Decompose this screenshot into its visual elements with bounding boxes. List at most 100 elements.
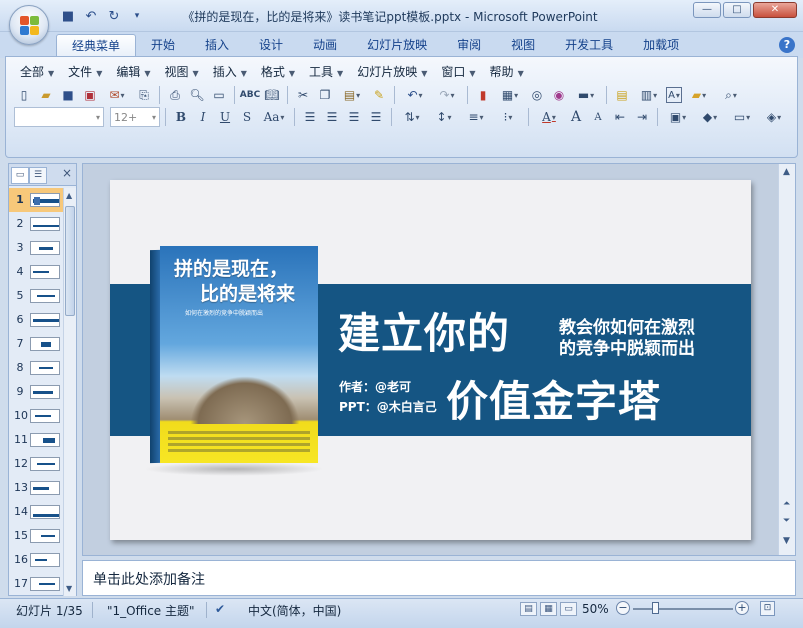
office-button[interactable] xyxy=(9,5,49,45)
scroll-down-icon[interactable]: ▼ xyxy=(66,584,72,593)
tab-review[interactable]: 审阅 xyxy=(442,34,496,58)
menu-window[interactable]: 窗口 ▼ xyxy=(435,63,481,81)
change-case-button[interactable]: Aa xyxy=(259,107,289,127)
insert-chart-icon[interactable]: ▮ xyxy=(473,85,493,105)
next-slide-icon[interactable]: ⏷ xyxy=(783,516,790,526)
print-icon[interactable]: ⎙ xyxy=(165,85,185,105)
publish-icon[interactable]: ⎘ xyxy=(134,85,154,105)
scroll-up-icon[interactable]: ▲ xyxy=(783,167,790,177)
slide-thumbnail[interactable]: 9 xyxy=(9,380,63,404)
maximize-button[interactable]: □ xyxy=(723,2,751,18)
close-button[interactable]: ✕ xyxy=(753,2,797,18)
tab-slides[interactable]: ▭ xyxy=(11,167,29,184)
scroll-thumb[interactable] xyxy=(65,206,75,316)
undo-icon[interactable]: ↶ xyxy=(81,7,101,25)
tab-slideshow[interactable]: 幻灯片放映 xyxy=(352,34,442,58)
shrink-font-button[interactable]: A xyxy=(588,107,608,127)
menu-edit[interactable]: 编辑 ▼ xyxy=(110,63,156,81)
scroll-down-icon[interactable]: ▼ xyxy=(783,536,790,546)
tab-design[interactable]: 设计 xyxy=(244,34,298,58)
spelling-icon[interactable]: ABC xyxy=(240,85,260,105)
menu-insert[interactable]: 插入 ▼ xyxy=(207,63,253,81)
previous-slide-icon[interactable]: ⏶ xyxy=(783,499,790,509)
slide-thumbnail[interactable]: 12 xyxy=(9,452,63,476)
slide-thumbnail[interactable]: 5 xyxy=(9,284,63,308)
minimize-button[interactable]: — xyxy=(693,2,721,18)
slide-thumbnail[interactable]: 15 xyxy=(9,524,63,548)
decrease-indent-icon[interactable]: ⇤ xyxy=(610,107,630,127)
tab-home[interactable]: 开始 xyxy=(136,34,190,58)
slide-thumbnail[interactable]: 6 xyxy=(9,308,63,332)
slide-thumbnail[interactable]: 8 xyxy=(9,356,63,380)
undo-icon[interactable]: ↶ xyxy=(400,85,430,105)
language-indicator[interactable]: 中文(简体，中国) xyxy=(248,602,341,619)
tab-classic-menu[interactable]: 经典菜单 xyxy=(56,34,137,58)
slideshow-view-button[interactable]: ▭ xyxy=(560,602,577,616)
folder-icon[interactable]: ▰ xyxy=(684,85,714,105)
slide-thumbnail[interactable]: 2 xyxy=(9,212,63,236)
menu-format[interactable]: 格式 ▼ xyxy=(255,63,301,81)
permission-icon[interactable]: ▣ xyxy=(80,85,100,105)
fill-color-icon[interactable]: ◈ xyxy=(759,107,789,127)
close-icon[interactable]: × xyxy=(62,166,72,180)
slide-thumbnail[interactable]: 13 xyxy=(9,476,63,500)
shadow-button[interactable]: S xyxy=(237,107,257,127)
help-icon[interactable]: ? xyxy=(779,37,795,53)
slides-pane-scrollbar[interactable]: ▲ ▼ xyxy=(63,188,76,596)
menu-help[interactable]: 帮助 ▼ xyxy=(484,63,530,81)
justify-icon[interactable]: ☰ xyxy=(366,107,386,127)
zoom-level[interactable]: 50% xyxy=(582,602,609,616)
bold-button[interactable]: B xyxy=(171,107,191,127)
zoom-icon[interactable]: ⌕ xyxy=(716,85,746,105)
tab-animations[interactable]: 动画 xyxy=(298,34,352,58)
align-center-icon[interactable]: ☰ xyxy=(322,107,342,127)
menu-all[interactable]: 全部 ▼ xyxy=(14,63,60,81)
quick-styles-icon[interactable]: ▭ xyxy=(727,107,757,127)
italic-button[interactable]: I xyxy=(193,107,213,127)
scroll-up-icon[interactable]: ▲ xyxy=(66,191,72,200)
new-slide-icon[interactable]: ▤ xyxy=(612,85,632,105)
tab-insert[interactable]: 插入 xyxy=(190,34,244,58)
open-icon[interactable]: ▰ xyxy=(36,85,56,105)
slide-thumbnail[interactable]: 11 xyxy=(9,428,63,452)
slide-thumbnail[interactable]: 1 xyxy=(9,188,63,212)
slide-sorter-view-button[interactable]: ▦ xyxy=(540,602,557,616)
tab-view[interactable]: 视图 xyxy=(496,34,550,58)
menu-view[interactable]: 视图 ▼ xyxy=(159,63,205,81)
insert-picture-icon[interactable]: ◎ xyxy=(527,85,547,105)
color-grayscale-icon[interactable]: ◉ xyxy=(549,85,569,105)
increase-indent-icon[interactable]: ⇥ xyxy=(632,107,652,127)
align-right-icon[interactable]: ☰ xyxy=(344,107,364,127)
research-icon[interactable]: 📖︎ xyxy=(262,85,282,105)
zoom-slider-thumb[interactable] xyxy=(652,602,659,614)
font-name-combo[interactable]: ▾ xyxy=(14,107,104,127)
slide-thumbnail[interactable]: 3 xyxy=(9,236,63,260)
slide-thumbnail[interactable]: 10 xyxy=(9,404,63,428)
slide-canvas[interactable]: 拼的是现在， 比的是将来 如何在激烈的竞争中脱颖而出 建立你的 教会你如何在激烈… xyxy=(110,180,751,540)
shapes-icon[interactable]: ◆ xyxy=(695,107,725,127)
tab-developer[interactable]: 开发工具 xyxy=(550,34,628,58)
show-formatting-icon[interactable]: ▬ xyxy=(571,85,601,105)
redo-icon[interactable]: ↷ xyxy=(432,85,462,105)
cut-icon[interactable]: ✂ xyxy=(293,85,313,105)
underline-button[interactable]: U xyxy=(215,107,235,127)
spell-check-icon[interactable]: ✔ xyxy=(215,602,225,616)
paste-icon[interactable]: ▤ xyxy=(337,85,367,105)
customize-toolbar-icon[interactable]: ▾ xyxy=(127,7,147,25)
menu-tools[interactable]: 工具 ▼ xyxy=(303,63,349,81)
slide-view-icon[interactable]: ▭ xyxy=(209,85,229,105)
copy-icon[interactable]: ❐ xyxy=(315,85,335,105)
menu-file[interactable]: 文件 ▼ xyxy=(62,63,108,81)
notes-pane[interactable]: 单击此处添加备注 xyxy=(82,560,796,596)
font-size-combo[interactable]: 12+ ▾ xyxy=(110,107,160,127)
redo-icon[interactable]: ↻ xyxy=(104,7,124,25)
tab-outline[interactable]: ☰ xyxy=(29,167,47,184)
grow-font-button[interactable]: A xyxy=(566,107,586,127)
text-box-icon[interactable]: A xyxy=(666,87,682,103)
align-left-icon[interactable]: ☰ xyxy=(300,107,320,127)
font-color-button[interactable]: A xyxy=(534,107,564,127)
zoom-in-button[interactable]: + xyxy=(735,601,749,615)
slide-thumbnail[interactable]: 14 xyxy=(9,500,63,524)
fit-to-window-icon[interactable]: ⊡ xyxy=(760,601,775,616)
zoom-slider-track[interactable] xyxy=(633,608,733,610)
